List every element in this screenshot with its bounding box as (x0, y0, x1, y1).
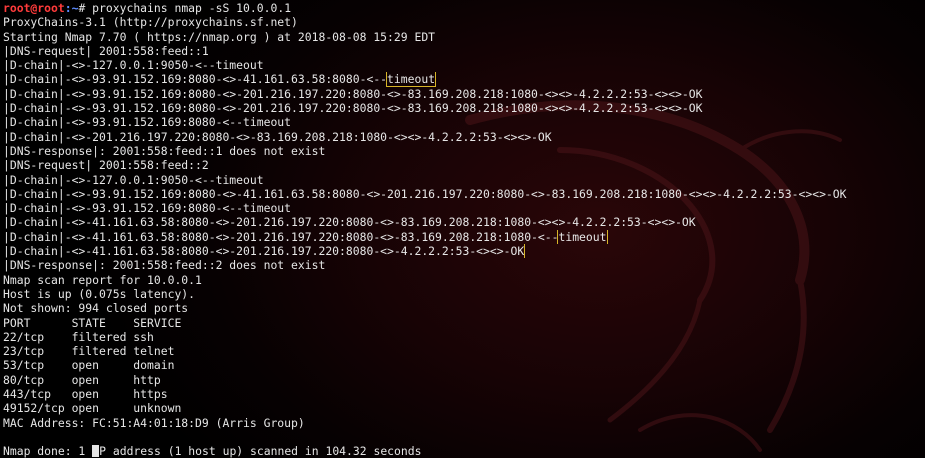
output-line: MAC Address: FC:51:A4:01:18:D9 (Arris Gr… (3, 416, 923, 430)
output-line: 23/tcp filtered telnet (3, 344, 923, 358)
output-text: MAC Address: FC:51:A4:01:18:D9 (Arris Gr… (3, 415, 305, 430)
highlighted-text: timeout (557, 229, 608, 245)
output-line: Nmap scan report for 10.0.0.1 (3, 273, 923, 287)
output-text: Nmap scan report for 10.0.0.1 (3, 272, 202, 287)
command-text: proxychains nmap -sS 10.0.0.1 (92, 1, 292, 15)
output-line: Not shown: 994 closed ports (3, 301, 923, 315)
output-text: Starting Nmap 7.70 ( https://nmap.org ) … (3, 29, 436, 44)
output-text: |DNS-request| 2001:558:feed::1 (3, 43, 209, 58)
output-text: 80/tcp open http (3, 372, 161, 387)
output-text: Host is up (0.075s latency). (3, 286, 196, 301)
output-line: |D-chain|-<>-201.216.197.220:8080-<>-83.… (3, 130, 923, 144)
output-text: |D-chain|-<>-127.0.0.1:9050-<--timeout (3, 58, 264, 73)
output-text: |D-chain|-<>-93.91.152.169:8080-<>-41.16… (3, 72, 388, 87)
output-line: |D-chain|-<>-41.161.63.58:8080-<>-201.21… (3, 229, 923, 245)
output-line: 22/tcp filtered ssh (3, 330, 923, 344)
output-text: 22/tcp filtered ssh (3, 329, 154, 344)
highlighted-text: timeout (386, 72, 437, 87)
output-line: ProxyChains-3.1 (http://proxychains.sf.n… (3, 15, 923, 29)
output-text: |D-chain|-<>-93.91.152.169:8080-<--timeo… (3, 115, 292, 130)
output-line: 80/tcp open http (3, 373, 923, 387)
prompt-user-host: root@root (3, 1, 65, 15)
output-text: ProxyChains-3.1 (http://proxychains.sf.n… (3, 15, 298, 30)
output-text: |D-chain|-<>-93.91.152.169:8080-<--timeo… (3, 201, 292, 216)
output-text: |D-chain|-<>-41.161.63.58:8080-<>-201.21… (3, 229, 559, 244)
output-text: Nmap done: 1 (3, 444, 93, 458)
output-text: 53/tcp open domain (3, 358, 175, 373)
output-text: |DNS-request| 2001:558:feed::2 (3, 158, 209, 173)
output-line: Starting Nmap 7.70 ( https://nmap.org ) … (3, 30, 923, 44)
output-line: 443/tcp open https (3, 387, 923, 401)
output-line: Host is up (0.075s latency). (3, 287, 923, 301)
command-line: root@root:~# proxychains nmap -sS 10.0.0… (3, 1, 923, 15)
output-text: Not shown: 994 closed ports (3, 301, 189, 316)
output-text: |DNS-response|: 2001:558:feed::1 does no… (3, 143, 326, 158)
output-line: |D-chain|-<>-93.91.152.169:8080-<>-41.16… (3, 72, 923, 87)
prompt-path: :~ (64, 1, 79, 15)
output-line: 49152/tcp open unknown (3, 401, 923, 415)
output-text: |D-chain|-<>-93.91.152.169:8080-<>-41.16… (3, 186, 847, 201)
output-text: |D-chain|-<>-127.0.0.1:9050-<--timeout (3, 172, 264, 187)
output-text: 23/tcp filtered telnet (3, 344, 175, 359)
output-line: 53/tcp open domain (3, 358, 923, 372)
output-line: |D-chain|-<>-93.91.152.169:8080-<>-41.16… (3, 187, 923, 201)
output-line: |D-chain|-<>-41.161.63.58:8080-<>-201.21… (3, 215, 923, 229)
output-text: 443/tcp open https (3, 387, 168, 402)
output-text: |D-chain|-<>-41.161.63.58:8080-<>-201.21… (3, 215, 696, 230)
output-line: |D-chain|-<>-41.161.63.58:8080-<>-201.21… (3, 244, 923, 259)
output-line: Nmap done: 1 P address (1 host up) scann… (3, 444, 923, 458)
output-line: |DNS-request| 2001:558:feed::2 (3, 158, 923, 172)
prompt-symbol: # (78, 1, 93, 15)
terminal-output: root@root:~# proxychains nmap -sS 10.0.0… (3, 1, 923, 458)
output-text: |DNS-response|: 2001:558:feed::2 does no… (3, 258, 326, 273)
highlighted-text: |D-chain|-<>-41.161.63.58:8080-<>-201.21… (3, 244, 526, 259)
output-line: |DNS-response|: 2001:558:feed::2 does no… (3, 258, 923, 272)
output-text: |D-chain|-<>-93.91.152.169:8080-<>-201.2… (3, 86, 703, 101)
output-line: |D-chain|-<>-127.0.0.1:9050-<--timeout (3, 173, 923, 187)
output-line: |D-chain|-<>-93.91.152.169:8080-<>-201.2… (3, 101, 923, 115)
output-text: PORT STATE SERVICE (3, 315, 182, 330)
output-line: |D-chain|-<>-93.91.152.169:8080-<--timeo… (3, 201, 923, 215)
output-line: |D-chain|-<>-127.0.0.1:9050-<--timeout (3, 58, 923, 72)
output-text: P address (1 host up) scanned in 104.32 … (99, 444, 422, 458)
output-line: |DNS-request| 2001:558:feed::1 (3, 44, 923, 58)
output-text: |D-chain|-<>-201.216.197.220:8080-<>-83.… (3, 129, 552, 144)
output-line: |DNS-response|: 2001:558:feed::1 does no… (3, 144, 923, 158)
terminal-window[interactable]: root@root:~# proxychains nmap -sS 10.0.0… (0, 0, 925, 458)
output-text: 49152/tcp open unknown (3, 401, 182, 416)
output-line: |D-chain|-<>-93.91.152.169:8080-<>-201.2… (3, 87, 923, 101)
output-line: |D-chain|-<>-93.91.152.169:8080-<--timeo… (3, 115, 923, 129)
output-line: PORT STATE SERVICE (3, 316, 923, 330)
output-text: |D-chain|-<>-93.91.152.169:8080-<>-201.2… (3, 101, 703, 116)
